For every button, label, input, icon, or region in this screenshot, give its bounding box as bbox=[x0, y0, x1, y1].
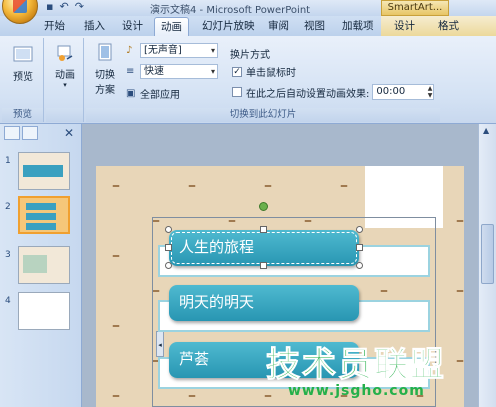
slide-thumbnail-2[interactable] bbox=[18, 196, 70, 234]
speed-icon: ≡ bbox=[126, 66, 135, 77]
animations-button[interactable]: 动画 ▾ bbox=[49, 42, 81, 89]
scrollbar-thumb[interactable] bbox=[481, 224, 494, 284]
transition-group-label: 切换到此幻灯片 bbox=[86, 108, 440, 122]
slide-number: 3 bbox=[5, 250, 11, 260]
resize-handle[interactable] bbox=[165, 226, 172, 233]
preview-group-label: 预览 bbox=[2, 108, 43, 122]
auto-advance-label: 在此之后自动设置动画效果: bbox=[246, 88, 370, 100]
thumb-2-bar-3 bbox=[26, 223, 56, 230]
thumb-2-bar-1 bbox=[26, 203, 56, 210]
smartart-item-2[interactable]: 明天的明天 bbox=[169, 285, 359, 321]
slide-number: 2 bbox=[5, 202, 11, 212]
resize-handle[interactable] bbox=[165, 262, 172, 269]
transition-scheme-label-1: 切换 bbox=[95, 70, 115, 81]
slide-thumbnail-1[interactable] bbox=[18, 152, 70, 190]
resize-handle[interactable] bbox=[165, 244, 172, 251]
sound-icon: ♪ bbox=[126, 45, 133, 56]
resize-handle[interactable] bbox=[356, 244, 363, 251]
tab-animations[interactable]: 动画 bbox=[154, 17, 189, 36]
vertical-scrollbar[interactable]: ▲ bbox=[478, 124, 496, 407]
resize-handle[interactable] bbox=[356, 226, 363, 233]
on-click-checkbox[interactable]: ✓ bbox=[232, 66, 242, 77]
close-icon[interactable]: ✕ bbox=[64, 126, 74, 140]
ribbon: 预览 预览 动画 ▾ 切换 方案 ♪ [无声音] ▾ ≡ 快速 ▾ ▣ 全部应用… bbox=[0, 36, 496, 124]
slides-panel: ✕ 1 2 3 4 bbox=[0, 124, 82, 407]
tab-slideshow[interactable]: 幻灯片放映 bbox=[196, 17, 261, 36]
window-title: 演示文稿4 - Microsoft PowerPoint bbox=[150, 5, 311, 16]
preview-icon bbox=[13, 46, 33, 62]
auto-advance-time-input[interactable]: 00:00 ▲ ▼ bbox=[372, 84, 435, 100]
preview-button[interactable]: 预览 bbox=[6, 44, 40, 83]
advance-header: 换片方式 bbox=[230, 50, 270, 61]
transition-scheme-icon bbox=[98, 43, 112, 61]
on-click-label: 单击鼠标时 bbox=[246, 68, 296, 79]
undo-icon[interactable]: ↶ bbox=[59, 0, 68, 13]
thumb-1-graphic bbox=[23, 165, 63, 177]
transition-speed-select[interactable]: 快速 ▾ bbox=[140, 64, 218, 79]
chevron-down-icon: ▾ bbox=[210, 46, 215, 55]
resize-handle[interactable] bbox=[260, 262, 267, 269]
transition-sound-row: ♪ [无声音] ▾ bbox=[126, 43, 218, 58]
slide-thumbnail-3[interactable] bbox=[18, 246, 70, 284]
tab-smartart-format[interactable]: 格式 bbox=[432, 17, 465, 36]
watermark-text: 技术员联盟 bbox=[266, 345, 446, 386]
group-preview: 预览 预览 bbox=[2, 38, 44, 122]
chevron-down-icon: ▾ bbox=[210, 67, 215, 76]
resize-handle[interactable] bbox=[356, 262, 363, 269]
resize-handle[interactable] bbox=[260, 226, 267, 233]
transition-speed-row: ≡ 快速 ▾ bbox=[126, 64, 218, 79]
tab-addins[interactable]: 加载项 bbox=[336, 17, 380, 36]
quick-access-toolbar: ▪ ↶ ↷ bbox=[42, 0, 84, 13]
chevron-down-icon: ▾ bbox=[63, 81, 67, 89]
title-bar: ▪ ↶ ↷ 演示文稿4 - Microsoft PowerPoint Smart… bbox=[0, 0, 496, 24]
thumb-3-graphic bbox=[23, 255, 47, 273]
watermark: 技术员联盟 www.jsgho.com bbox=[266, 337, 476, 403]
tab-review[interactable]: 审阅 bbox=[262, 17, 295, 36]
sound-value: [无声音] bbox=[144, 45, 182, 56]
tab-view[interactable]: 视图 bbox=[298, 17, 331, 36]
preview-label: 预览 bbox=[13, 72, 33, 83]
slide-thumbnail-4[interactable] bbox=[18, 292, 70, 330]
auto-advance-time-value: 00:00 bbox=[376, 86, 406, 97]
speed-value: 快速 bbox=[144, 66, 164, 77]
tab-outline[interactable] bbox=[22, 126, 38, 140]
advance-on-click[interactable]: ✓ 单击鼠标时 bbox=[232, 64, 296, 79]
auto-advance-checkbox[interactable] bbox=[232, 87, 242, 97]
transition-sound-select[interactable]: [无声音] ▾ bbox=[140, 43, 218, 58]
thumb-2-bar-2 bbox=[26, 213, 56, 220]
transition-scheme-button[interactable]: 切换 方案 bbox=[88, 42, 122, 96]
spin-arrows-icon[interactable]: ▲ ▼ bbox=[428, 85, 433, 99]
apply-all-label: 全部应用 bbox=[140, 90, 180, 101]
animations-group-label bbox=[46, 108, 83, 122]
smartart-item-1[interactable]: 人生的旅程 bbox=[169, 230, 359, 266]
save-icon[interactable]: ▪ bbox=[46, 0, 53, 13]
apply-all-button[interactable]: ▣ 全部应用 bbox=[126, 86, 180, 101]
tab-design[interactable]: 设计 bbox=[116, 17, 149, 36]
tab-smartart-design[interactable]: 设计 bbox=[388, 17, 421, 36]
rotate-handle[interactable] bbox=[259, 202, 268, 211]
animation-icon bbox=[57, 45, 73, 61]
watermark-url: www.jsgho.com bbox=[288, 383, 425, 399]
tab-insert[interactable]: 插入 bbox=[78, 17, 111, 36]
panel-tabs: ✕ bbox=[2, 126, 80, 142]
ribbon-tabs: 开始 插入 设计 动画 幻灯片放映 审阅 视图 加载项 设计 格式 bbox=[0, 16, 496, 36]
group-animations: 动画 ▾ bbox=[46, 38, 84, 122]
smartart-tools-header: SmartArt... bbox=[381, 0, 449, 16]
animations-label: 动画 bbox=[55, 70, 75, 81]
group-transition: 切换 方案 ♪ [无声音] ▾ ≡ 快速 ▾ ▣ 全部应用 换片方式 ✓ 单击鼠标时… bbox=[86, 38, 440, 122]
transition-scheme-label-2: 方案 bbox=[95, 85, 115, 96]
tab-slides[interactable] bbox=[4, 126, 20, 140]
scroll-up-icon[interactable]: ▲ bbox=[483, 126, 489, 135]
redo-icon[interactable]: ↷ bbox=[75, 0, 84, 13]
tab-home[interactable]: 开始 bbox=[38, 17, 71, 36]
slide-number: 1 bbox=[5, 156, 11, 166]
text-pane-toggle[interactable]: ◂ bbox=[156, 331, 164, 357]
apply-all-icon: ▣ bbox=[126, 88, 136, 99]
advance-auto: 在此之后自动设置动画效果: 00:00 ▲ ▼ bbox=[232, 84, 435, 100]
slide-number: 4 bbox=[5, 296, 11, 306]
